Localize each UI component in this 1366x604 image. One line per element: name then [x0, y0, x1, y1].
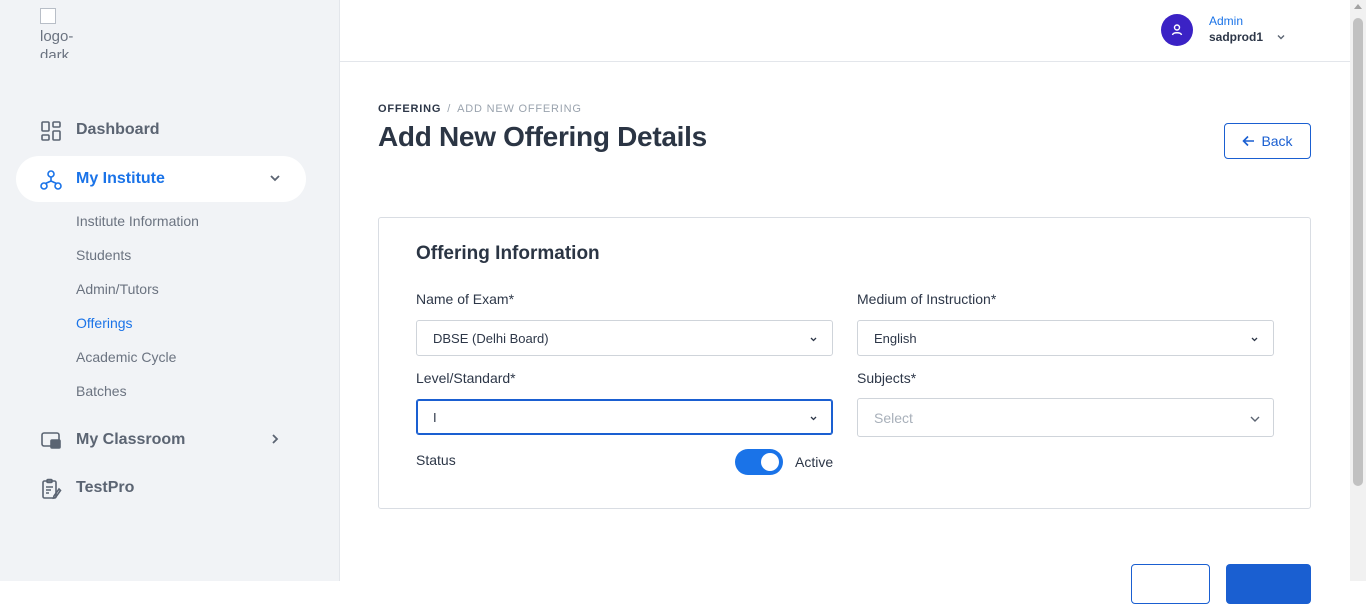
sidebar-subitem-academic-cycle[interactable]: Academic Cycle	[76, 349, 176, 365]
sidebar-item-my-institute[interactable]: My Institute	[16, 156, 306, 202]
chevron-down-icon	[1251, 337, 1258, 342]
back-button-label: Back	[1261, 133, 1293, 149]
broken-image-icon	[40, 8, 56, 24]
user-icon	[1171, 24, 1183, 36]
scrollbar-thumb[interactable]	[1353, 18, 1363, 486]
scrollbar[interactable]	[1350, 0, 1366, 581]
page-title: Add New Offering Details	[378, 121, 707, 152]
user-role[interactable]: Admin	[1209, 14, 1243, 28]
subjects-select[interactable]: Select	[857, 398, 1274, 437]
logo-alt-text: logo-dark	[40, 28, 74, 58]
classroom-screen-icon	[41, 432, 61, 449]
cancel-button[interactable]	[1131, 564, 1210, 604]
top-bar	[340, 0, 1350, 62]
breadcrumb-current: ADD NEW OFFERING	[457, 103, 582, 115]
chevron-down-icon[interactable]	[1275, 31, 1287, 43]
medium-select-value: English	[874, 330, 917, 346]
sidebar-item-label: My Classroom	[76, 431, 186, 448]
sidebar-subitem-institute-information[interactable]: Institute Information	[76, 213, 199, 229]
exam-select-value: DBSE (Delhi Board)	[433, 330, 549, 346]
arrow-left-icon	[1242, 135, 1255, 147]
medium-label: Medium of Instruction*	[857, 291, 997, 307]
exam-select[interactable]: DBSE (Delhi Board)	[416, 320, 833, 356]
subjects-placeholder: Select	[874, 409, 913, 426]
level-select[interactable]: I	[416, 399, 833, 435]
sidebar-item-label: Dashboard	[76, 121, 160, 138]
sidebar-item-my-classroom[interactable]: My Classroom	[16, 417, 306, 463]
sidebar-subitem-offerings[interactable]: Offerings	[76, 315, 133, 331]
chevron-down-icon	[1250, 416, 1260, 422]
avatar[interactable]	[1161, 14, 1193, 46]
sidebar-subitem-students[interactable]: Students	[76, 247, 131, 263]
status-toggle[interactable]	[735, 449, 783, 475]
chevron-down-icon	[810, 416, 817, 421]
save-button[interactable]	[1226, 564, 1311, 604]
sidebar-subitem-batches[interactable]: Batches	[76, 383, 127, 399]
status-label: Status	[416, 452, 456, 468]
level-label: Level/Standard*	[416, 370, 516, 386]
subjects-label: Subjects*	[857, 370, 917, 386]
level-select-value: I	[433, 409, 437, 425]
dashboard-icon	[41, 121, 61, 141]
sidebar-item-label: TestPro	[76, 479, 135, 496]
chevron-right-icon	[272, 434, 279, 444]
medium-select[interactable]: English	[857, 320, 1274, 356]
sidebar-item-testpro[interactable]: TestPro	[16, 465, 306, 511]
breadcrumb-root[interactable]: OFFERING	[378, 103, 441, 115]
section-title: Offering Information	[416, 243, 600, 264]
status-value: Active	[795, 454, 834, 470]
breadcrumb-separator: /	[447, 103, 452, 115]
offering-information-card: Offering Information Name of Exam* DBSE …	[378, 217, 1311, 509]
toggle-knob	[761, 453, 779, 471]
clipboard-edit-icon	[42, 478, 62, 500]
sidebar-subitem-admin-tutors[interactable]: Admin/Tutors	[76, 281, 159, 297]
institute-network-icon	[40, 170, 62, 190]
scroll-up-arrow-icon[interactable]	[1354, 4, 1362, 9]
sidebar: logo-dark Dashboard My Institute Institu…	[0, 0, 340, 581]
logo: logo-dark	[40, 8, 80, 58]
user-name[interactable]: sadprod1	[1209, 30, 1263, 44]
chevron-down-icon	[810, 337, 817, 342]
sidebar-item-label: My Institute	[76, 170, 165, 187]
exam-label: Name of Exam*	[416, 291, 515, 307]
back-button[interactable]: Back	[1224, 123, 1311, 159]
sidebar-item-dashboard[interactable]: Dashboard	[16, 107, 306, 153]
chevron-down-icon	[270, 175, 280, 182]
breadcrumb: OFFERING / ADD NEW OFFERING	[378, 103, 582, 115]
